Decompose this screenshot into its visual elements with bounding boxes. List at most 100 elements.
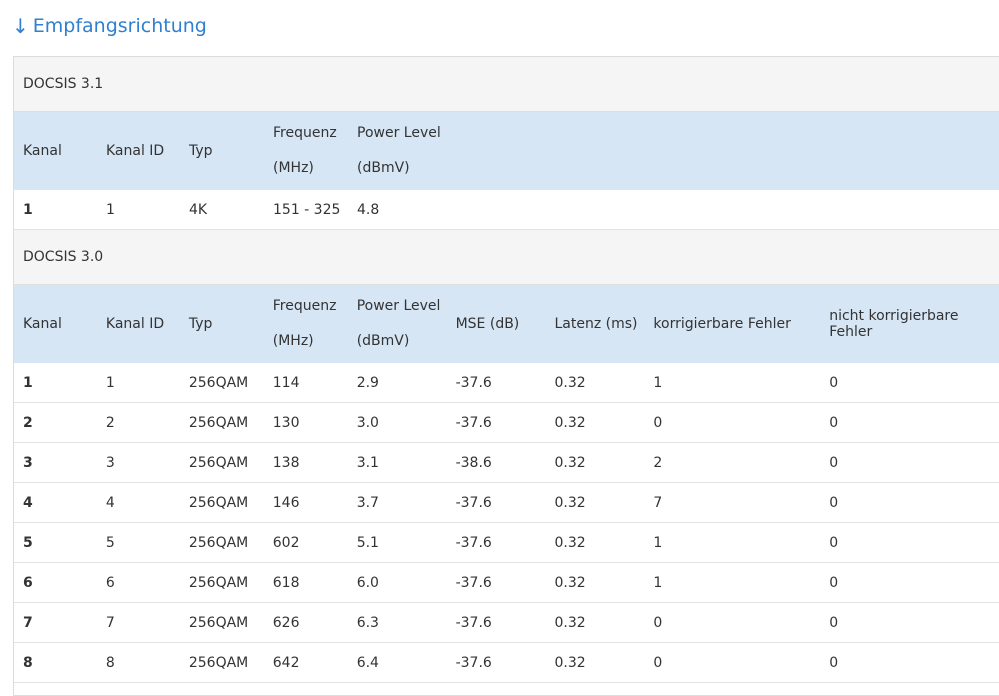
- cell-typ: 256QAM: [188, 654, 249, 671]
- col-mse: MSE (dB): [455, 316, 520, 332]
- cell-kanal-id: 2: [105, 414, 115, 431]
- cell-nicht-korrigierbare-fehler: 0: [829, 494, 839, 511]
- docsis30-label: DOCSIS 3.0: [23, 249, 104, 265]
- cell-korrigierbare-fehler: 2: [653, 454, 663, 471]
- table-row: 2 2 256QAM 130 3.0 -37.6 0.32 0 0: [14, 403, 999, 443]
- cell-latenz: 0.32: [554, 574, 586, 591]
- cell-korrigierbare-fehler: 1: [653, 574, 663, 591]
- cell-typ: 256QAM: [188, 454, 249, 471]
- downstream-table-panel: DOCSIS 3.1 Kanal Kanal ID Typ Frequenz (…: [13, 56, 999, 696]
- cell-mse: -37.6: [455, 374, 492, 391]
- docsis31-label: DOCSIS 3.1: [23, 76, 104, 92]
- col-frequenz: Frequenz (MHz): [264, 289, 348, 359]
- docsis30-rows: 1 1 256QAM 114 2.9 -37.6 0.32 1 0 2 2 256QAM 130 3.0-…: [14, 363, 999, 683]
- cell-power: 4.8: [357, 201, 380, 218]
- cell-latenz: 0.32: [554, 374, 586, 391]
- cell-latenz: 0.32: [554, 454, 586, 471]
- cell-frequenz: 626: [272, 614, 300, 631]
- cell-power: 3.7: [356, 494, 379, 511]
- cell-mse: -37.6: [455, 414, 492, 431]
- cell-kanal: 5: [23, 534, 33, 551]
- cell-nicht-korrigierbare-fehler: 0: [829, 454, 839, 471]
- docsis31-section-header: DOCSIS 3.1: [14, 57, 999, 112]
- col-kanal: Kanal: [23, 316, 62, 332]
- cell-korrigierbare-fehler: 1: [653, 374, 663, 391]
- cell-power: 6.3: [356, 614, 379, 631]
- cell-kanal-id: 8: [105, 654, 115, 671]
- cell-kanal: 6: [23, 574, 33, 591]
- cell-korrigierbare-fehler: 7: [653, 494, 663, 511]
- col-korrigierbare-fehler: korrigierbare Fehler: [653, 316, 791, 332]
- table-row: 4 4 256QAM 146 3.7 -37.6 0.32 7 0: [14, 483, 999, 523]
- table-row: 6 6 256QAM 618 6.0 -37.6 0.32 1 0: [14, 563, 999, 603]
- cell-typ: 256QAM: [188, 534, 249, 551]
- cell-typ: 256QAM: [188, 374, 249, 391]
- cell-frequenz: 642: [272, 654, 300, 671]
- arrow-down-icon: ↓: [12, 14, 29, 38]
- cell-typ: 256QAM: [188, 614, 249, 631]
- cell-frequenz: 130: [272, 414, 300, 431]
- cell-kanal-id: 1: [105, 374, 115, 391]
- cell-nicht-korrigierbare-fehler: 0: [829, 614, 839, 631]
- col-frequenz-line1: Frequenz: [272, 298, 337, 314]
- col-frequenz-line2: (MHz): [273, 160, 314, 176]
- cell-kanal: 7: [23, 614, 33, 631]
- cell-kanal-id: 6: [105, 574, 115, 591]
- cell-frequenz: 114: [272, 374, 300, 391]
- cell-mse: -37.6: [455, 534, 492, 551]
- col-kanal-id: Kanal ID: [105, 316, 165, 332]
- cell-typ: 256QAM: [188, 414, 249, 431]
- cell-power: 6.4: [356, 654, 379, 671]
- col-power-line1: Power Level: [356, 298, 441, 314]
- table-row: 8 8 256QAM 642 6.4 -37.6 0.32 0 0: [14, 643, 999, 683]
- cell-kanal-id: 4: [105, 494, 115, 511]
- table-row: 5 5 256QAM 602 5.1 -37.6 0.32 1 0: [14, 523, 999, 563]
- cell-nicht-korrigierbare-fehler: 0: [829, 574, 839, 591]
- col-frequenz: Frequenz (MHz): [264, 116, 348, 186]
- cell-kanal-id: 5: [105, 534, 115, 551]
- table-row: 1 1 4K 151 - 325 4.8: [14, 190, 999, 230]
- cell-latenz: 0.32: [554, 614, 586, 631]
- cell-power: 3.0: [356, 414, 379, 431]
- table-row: 3 3 256QAM 138 3.1 -38.6 0.32 2 0: [14, 443, 999, 483]
- col-latenz: Latenz (ms): [554, 316, 638, 332]
- cell-frequenz: 151 - 325: [273, 201, 341, 218]
- col-power-line2: (dBmV): [356, 333, 410, 349]
- cell-nicht-korrigierbare-fehler: 0: [829, 374, 839, 391]
- cell-mse: -37.6: [455, 574, 492, 591]
- cell-kanal-id: 1: [106, 201, 115, 218]
- col-kanal: Kanal: [23, 143, 62, 159]
- table-row: 7 7 256QAM 626 6.3 -37.6 0.32 0 0: [14, 603, 999, 643]
- cell-power: 6.0: [356, 574, 379, 591]
- cell-korrigierbare-fehler: 1: [653, 534, 663, 551]
- cell-nicht-korrigierbare-fehler: 0: [829, 654, 839, 671]
- col-kanal-id: Kanal ID: [106, 143, 165, 159]
- cell-frequenz: 618: [272, 574, 300, 591]
- cell-korrigierbare-fehler: 0: [653, 614, 663, 631]
- cell-kanal: 2: [23, 414, 33, 431]
- cell-power: 3.1: [356, 454, 379, 471]
- docsis30-column-header-row: Kanal Kanal ID Typ Frequenz (MHz) Power …: [14, 285, 999, 363]
- cell-korrigierbare-fehler: 0: [653, 654, 663, 671]
- cell-kanal: 4: [23, 494, 33, 511]
- col-power: Power Level (dBmV): [348, 116, 447, 186]
- cell-kanal-id: 7: [105, 614, 115, 631]
- cell-kanal: 1: [23, 201, 33, 218]
- cell-mse: -38.6: [455, 454, 492, 471]
- cell-mse: -37.6: [455, 654, 492, 671]
- cell-frequenz: 602: [272, 534, 300, 551]
- col-nicht-korrigierbare-fehler: nicht korrigierbare Fehler: [829, 308, 959, 340]
- cell-typ: 256QAM: [188, 574, 249, 591]
- cell-typ: 4K: [189, 201, 208, 218]
- cell-frequenz: 138: [272, 454, 300, 471]
- cell-latenz: 0.32: [554, 654, 586, 671]
- cell-typ: 256QAM: [188, 494, 249, 511]
- cell-kanal: 3: [23, 454, 33, 471]
- cell-kanal: 1: [23, 374, 33, 391]
- docsis30-section-header: DOCSIS 3.0: [14, 230, 999, 285]
- cell-latenz: 0.32: [554, 414, 586, 431]
- table-row: 1 1 256QAM 114 2.9 -37.6 0.32 1 0: [14, 363, 999, 403]
- col-frequenz-line2: (MHz): [272, 333, 314, 349]
- col-typ: Typ: [188, 316, 213, 332]
- page-title-text: Empfangsrichtung: [32, 15, 207, 37]
